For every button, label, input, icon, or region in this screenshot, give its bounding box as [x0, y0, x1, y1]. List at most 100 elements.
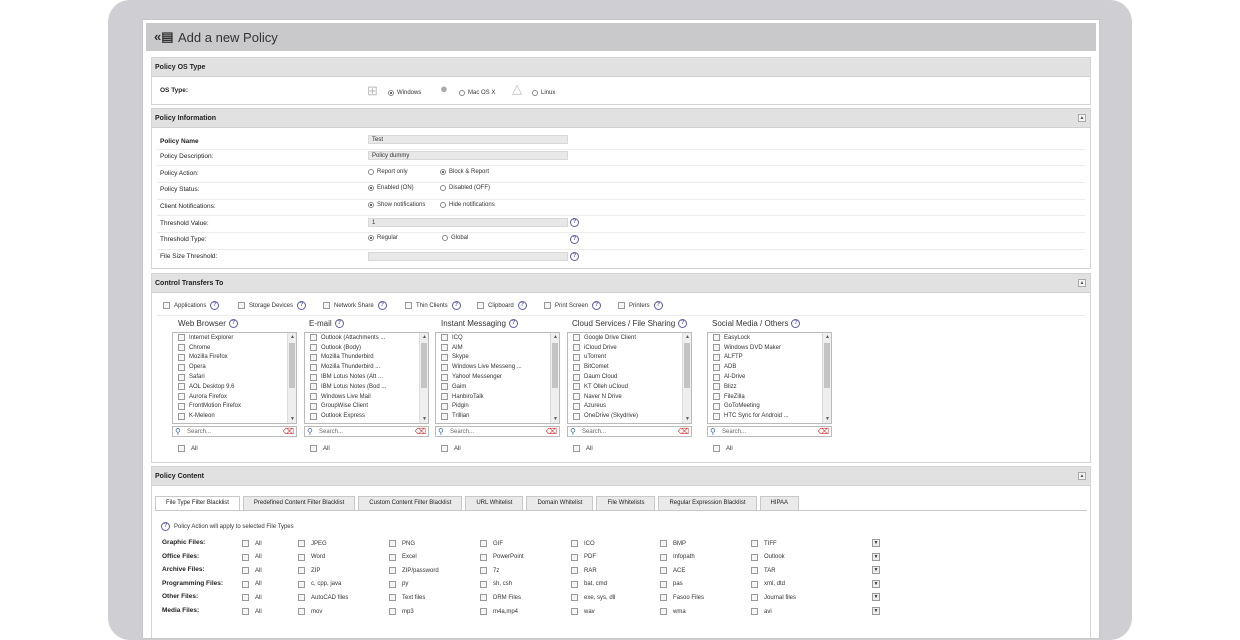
clear-icon[interactable]: ⌫: [818, 428, 829, 436]
help-icon[interactable]: ?: [570, 252, 579, 261]
tab-predefined-content-filter-blacklist[interactable]: Predefined Content Filter Blacklist: [242, 496, 356, 511]
help-icon[interactable]: ?: [228, 319, 238, 328]
file-type-checkbox[interactable]: py: [389, 580, 408, 588]
list-item[interactable]: Windows DVD Maker: [708, 343, 822, 353]
item-checkbox[interactable]: [310, 353, 317, 361]
help-icon[interactable]: ?: [377, 301, 387, 310]
list-item[interactable]: ICQ: [436, 333, 550, 343]
help-icon[interactable]: ?: [517, 301, 527, 310]
file-type-checkbox[interactable]: ACE: [660, 567, 685, 575]
file-type-checkbox[interactable]: Outlook: [751, 553, 785, 561]
policy-description-input[interactable]: Policy dummy: [368, 151, 568, 160]
item-checkbox[interactable]: [178, 373, 185, 381]
search-input[interactable]: ⚲ Search... ⌫: [172, 426, 297, 437]
file-type-checkbox[interactable]: ZIP: [298, 567, 320, 575]
file-type-checkbox[interactable]: RAR: [571, 567, 597, 575]
list-item[interactable]: GroupWise Client: [305, 402, 419, 412]
item-checkbox[interactable]: [310, 334, 317, 342]
item-checkbox[interactable]: [441, 334, 448, 342]
file-type-checkbox[interactable]: TIFF: [751, 540, 777, 547]
list-item[interactable]: Al-Drive: [708, 372, 822, 382]
file-type-checkbox[interactable]: PowerPoint: [480, 553, 524, 561]
action-block-report-radio[interactable]: Block & Report: [440, 169, 489, 175]
help-icon[interactable]: ?: [678, 319, 688, 328]
list-item[interactable]: HanbiroTalk: [436, 392, 550, 402]
file-type-checkbox[interactable]: Text files: [389, 594, 425, 602]
item-checkbox[interactable]: [573, 393, 580, 401]
item-checkbox[interactable]: [713, 393, 720, 401]
file-type-checkbox[interactable]: All: [242, 553, 262, 561]
list-item[interactable]: FrontMotion Firefox: [173, 402, 287, 412]
expand-row-button[interactable]: ▼: [872, 607, 880, 615]
file-type-checkbox[interactable]: ICO: [571, 540, 595, 547]
file-type-checkbox[interactable]: xml, dtd: [751, 580, 785, 588]
help-icon[interactable]: ?: [508, 319, 518, 328]
list-item[interactable]: Mozilla Thunderbird ...: [305, 362, 419, 372]
list-item[interactable]: AOL Desktop 9.6: [173, 382, 287, 392]
item-checkbox[interactable]: [573, 383, 580, 391]
file-type-checkbox[interactable]: All: [242, 540, 262, 547]
file-type-checkbox[interactable]: m4a,mp4: [480, 608, 518, 615]
list-item[interactable]: Safari: [173, 372, 287, 382]
list-item[interactable]: Trillian: [436, 411, 550, 421]
item-checkbox[interactable]: [178, 353, 185, 361]
list-item[interactable]: Windows Live Messeng ...: [436, 362, 550, 372]
list-item[interactable]: Blizz: [708, 382, 822, 392]
list-scrollbar[interactable]: ▲ ▼: [682, 333, 691, 423]
item-checkbox[interactable]: [441, 383, 448, 391]
os-mac-radio[interactable]: Mac OS X: [459, 90, 495, 96]
expand-row-button[interactable]: ▼: [872, 593, 880, 602]
file-type-checkbox[interactable]: sh, csh: [480, 580, 512, 588]
item-checkbox[interactable]: [310, 383, 317, 391]
file-type-checkbox[interactable]: mp3: [389, 608, 414, 615]
file-type-checkbox[interactable]: pas: [660, 580, 683, 588]
list-item[interactable]: Pidgin: [436, 402, 550, 412]
list-scrollbar[interactable]: ▲ ▼: [287, 333, 296, 423]
item-checkbox[interactable]: [573, 412, 580, 420]
expand-row-button[interactable]: ▼: [872, 539, 880, 547]
file-type-checkbox[interactable]: All: [242, 594, 262, 602]
file-type-checkbox[interactable]: avi: [751, 608, 772, 615]
help-icon[interactable]: ?: [570, 235, 579, 244]
tab-url-whitelist[interactable]: URL Whitelist: [465, 496, 524, 511]
list-item[interactable]: OneDrive (Skydrive): [568, 411, 682, 421]
search-input[interactable]: ⚲ Search... ⌫: [304, 426, 429, 437]
item-checkbox[interactable]: [713, 383, 720, 391]
item-checkbox[interactable]: [310, 363, 317, 371]
item-checkbox[interactable]: [713, 334, 720, 342]
file-type-checkbox[interactable]: Excel: [389, 553, 417, 561]
list-item[interactable]: Outlook (Attachments ...: [305, 333, 419, 343]
os-windows-radio[interactable]: Windows: [388, 90, 421, 96]
list-item[interactable]: Gaim: [436, 382, 550, 392]
list-item[interactable]: ALFTP: [708, 353, 822, 363]
collapse-icon[interactable]: ▲: [1078, 279, 1086, 287]
item-checkbox[interactable]: [573, 334, 580, 342]
list-scrollbar[interactable]: ▲ ▼: [822, 333, 831, 423]
item-checkbox[interactable]: [573, 402, 580, 410]
file-type-checkbox[interactable]: Infopath: [660, 553, 695, 561]
threshold-regular-radio[interactable]: Regular: [368, 235, 398, 241]
item-checkbox[interactable]: [441, 363, 448, 371]
file-type-checkbox[interactable]: Word: [298, 553, 325, 561]
file-size-threshold-input[interactable]: [368, 252, 568, 261]
list-item[interactable]: BitComet: [568, 362, 682, 372]
clear-icon[interactable]: ⌫: [546, 428, 557, 436]
item-checkbox[interactable]: [178, 334, 185, 342]
item-checkbox[interactable]: [713, 344, 720, 352]
tab-file-whitelists[interactable]: File Whitelists: [596, 496, 656, 511]
file-type-checkbox[interactable]: ZIP/password: [389, 567, 439, 575]
list-item[interactable]: EasyLock: [708, 333, 822, 343]
printers-checkbox[interactable]: Printers?: [618, 301, 663, 310]
hide-notifications-radio[interactable]: Hide notifications: [440, 202, 495, 208]
tab-custom-content-filter-blacklist[interactable]: Custom Content Filter Blacklist: [358, 496, 463, 511]
back-icon[interactable]: «▤: [154, 29, 176, 45]
item-checkbox[interactable]: [310, 402, 317, 410]
item-checkbox[interactable]: [441, 393, 448, 401]
list-scrollbar[interactable]: ▲ ▼: [550, 333, 559, 423]
item-checkbox[interactable]: [178, 363, 185, 371]
list-item[interactable]: Azureus: [568, 402, 682, 412]
collapse-icon[interactable]: ▲: [1078, 114, 1086, 122]
list-item[interactable]: GoToMeeting: [708, 402, 822, 412]
item-checkbox[interactable]: [573, 363, 580, 371]
collapse-icon[interactable]: ▲: [1078, 472, 1086, 480]
